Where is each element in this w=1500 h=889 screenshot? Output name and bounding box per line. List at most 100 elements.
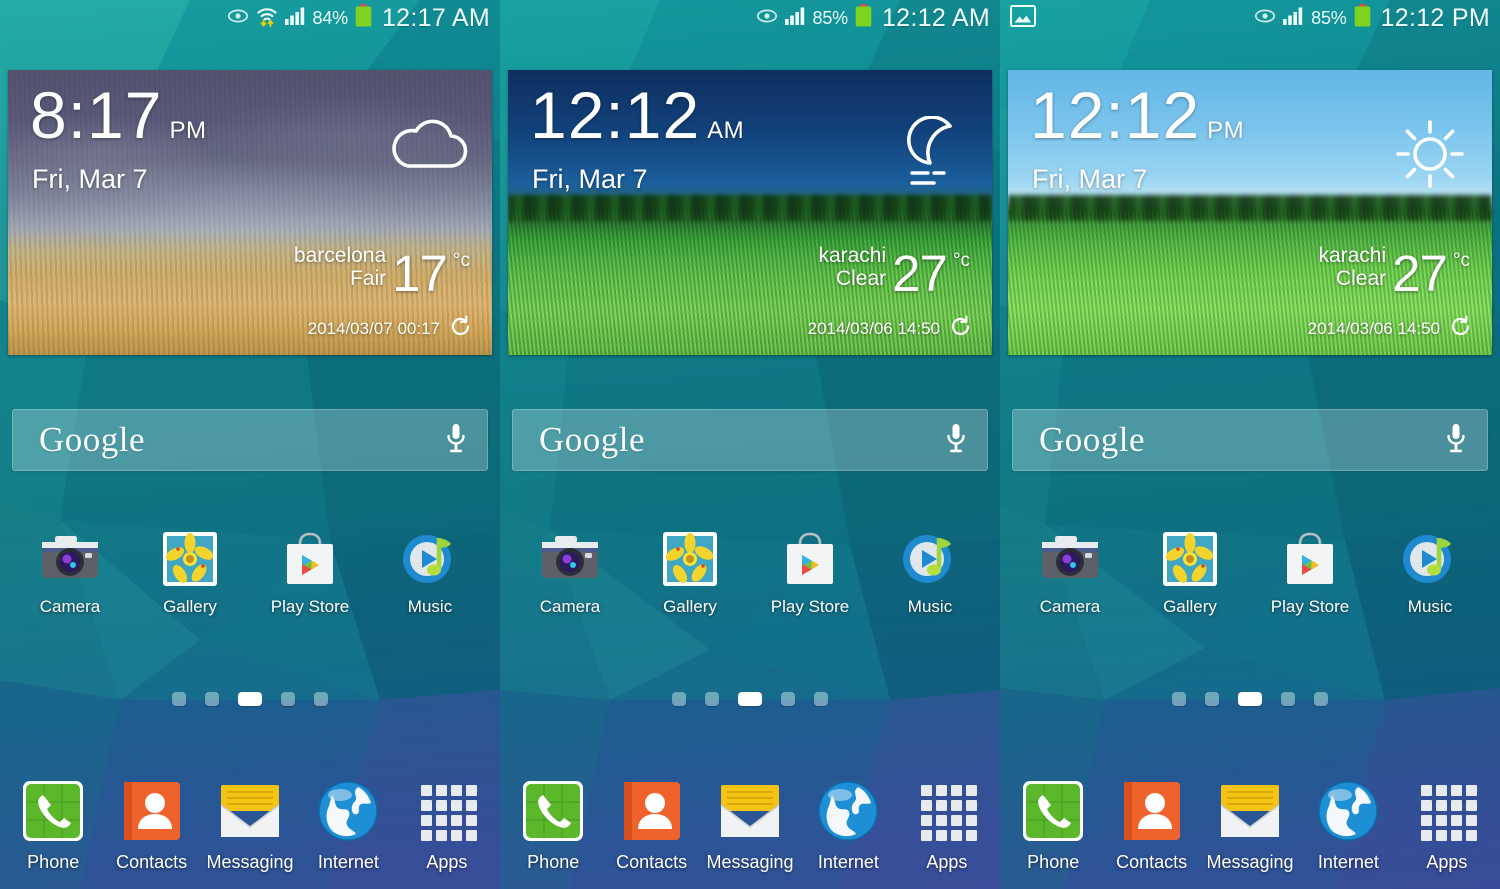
widget-weather-summary: karachi Clear 27 °c — [818, 244, 970, 299]
page-indicator[interactable] — [500, 692, 1000, 706]
dock-messaging[interactable]: Messaging — [701, 777, 799, 885]
page-dot-active[interactable] — [738, 692, 762, 706]
widget-clock-ampm: PM — [1207, 117, 1245, 144]
widget-updated-row: 2014/03/06 14:50 — [1308, 315, 1472, 343]
dock-apps[interactable]: Apps — [898, 777, 996, 885]
widget-clock-ampm: AM — [707, 117, 745, 144]
dock-messaging[interactable]: Messaging — [1201, 777, 1299, 885]
contacts-icon — [618, 777, 686, 845]
app-gallery[interactable]: Gallery — [1130, 528, 1250, 617]
weather-clock-widget[interactable]: 12:12AM Fri, Mar 7 karachi Clear 27 °c — [508, 70, 992, 355]
dock-apps[interactable]: Apps — [1398, 777, 1496, 885]
app-play-store[interactable]: Play Store — [250, 528, 370, 617]
app-camera[interactable]: Camera — [1010, 528, 1130, 617]
widget-updated-time: 2014/03/07 00:17 — [307, 319, 440, 338]
page-dot[interactable] — [781, 692, 795, 706]
widget-condition: Fair — [349, 267, 387, 291]
dock-internet[interactable]: Internet — [799, 777, 897, 885]
dock-label: Contacts — [616, 852, 688, 872]
widget-clock-time: 12:12 — [1030, 78, 1201, 152]
widget-temperature: 27 — [1392, 245, 1448, 303]
microphone-icon[interactable] — [1443, 422, 1469, 459]
google-logo: Google — [39, 420, 146, 459]
dock-internet[interactable]: Internet — [1299, 777, 1397, 885]
app-play-store[interactable]: Play Store — [1250, 528, 1370, 617]
app-play-store[interactable]: Play Store — [750, 528, 870, 617]
page-dot[interactable] — [281, 692, 295, 706]
page-indicator[interactable] — [0, 692, 500, 706]
contacts-icon — [118, 777, 186, 845]
status-bar: 85% 12:12 AM — [500, 0, 1000, 36]
page-dot[interactable] — [814, 692, 828, 706]
page-indicator[interactable] — [1000, 692, 1500, 706]
status-system-area[interactable]: 85% 12:12 AM — [756, 4, 990, 33]
dock-messaging[interactable]: Messaging — [201, 777, 299, 885]
status-clock: 12:12 PM — [1380, 3, 1490, 32]
google-search-bar[interactable]: Google — [512, 409, 988, 471]
app-camera[interactable]: Camera — [510, 528, 630, 617]
messaging-icon — [216, 777, 284, 845]
dock-apps[interactable]: Apps — [398, 777, 496, 885]
microphone-icon[interactable] — [443, 422, 469, 459]
widget-clock-time: 8:17 — [30, 78, 163, 152]
app-music[interactable]: Music — [370, 528, 490, 617]
weather-clock-widget[interactable]: 12:12 PM Fri, Mar 7 karachi Clear 27 °c … — [1008, 70, 1492, 355]
internet-icon — [1314, 777, 1382, 845]
google-search-bar[interactable]: Google — [1012, 409, 1488, 471]
dock-contacts[interactable]: Contacts — [102, 777, 200, 885]
refresh-icon[interactable] — [1449, 315, 1472, 343]
sun-icon — [1388, 116, 1472, 197]
status-notification-area[interactable] — [1010, 4, 1254, 32]
refresh-icon[interactable] — [949, 315, 972, 343]
page-dot[interactable] — [314, 692, 328, 706]
cloud-icon — [388, 116, 472, 179]
app-gallery[interactable]: Gallery — [130, 528, 250, 617]
page-dot-active[interactable] — [238, 692, 262, 706]
page-dot[interactable] — [705, 692, 719, 706]
page-dot[interactable] — [1314, 692, 1328, 706]
widget-date: Fri, Mar 7 — [1032, 164, 1148, 194]
smart-stay-eye-icon — [756, 8, 778, 29]
weather-clock-widget[interactable]: 8:17 PM Fri, Mar 7 barcelona Fair 17 °c 2… — [8, 70, 492, 355]
widget-condition: Clear — [1335, 267, 1387, 291]
microphone-icon[interactable] — [943, 422, 969, 459]
page-dot[interactable] — [1205, 692, 1219, 706]
page-dot[interactable] — [672, 692, 686, 706]
page-dot[interactable] — [172, 692, 186, 706]
app-label: Gallery — [663, 597, 717, 616]
dock-contacts[interactable]: Contacts — [602, 777, 700, 885]
dock-phone[interactable]: Phone — [1004, 777, 1102, 885]
widget-temp-unit: °c — [452, 249, 470, 271]
app-camera[interactable]: Camera — [10, 528, 130, 617]
treeline — [1008, 195, 1492, 222]
dock-internet[interactable]: Internet — [299, 777, 397, 885]
app-gallery[interactable]: Gallery — [630, 528, 750, 617]
widget-clock[interactable]: 12:12 AM — [530, 82, 744, 148]
internet-icon — [314, 777, 382, 845]
play-store-icon — [1279, 528, 1341, 590]
page-dot[interactable] — [1172, 692, 1186, 706]
home-screen-panel-1: 84% 12:17 AM 8:17 PM Fri, Mar 7 barcelon… — [0, 0, 500, 889]
app-label: Music — [407, 597, 453, 616]
widget-clock[interactable]: 8:17 PM — [30, 82, 206, 148]
dock-label: Phone — [527, 852, 580, 872]
google-search-bar[interactable]: Google — [12, 409, 488, 471]
screenshot-image-icon — [1010, 4, 1036, 32]
app-music[interactable]: Music — [870, 528, 990, 617]
smart-stay-eye-icon — [1254, 8, 1276, 29]
app-label: Play Store — [770, 597, 850, 616]
dock-phone[interactable]: Phone — [4, 777, 102, 885]
page-dot-active[interactable] — [1238, 692, 1262, 706]
app-music[interactable]: Music — [1370, 528, 1490, 617]
status-system-area[interactable]: 84% 12:17 AM — [227, 4, 490, 33]
page-dot[interactable] — [205, 692, 219, 706]
status-system-area[interactable]: 85% 12:12 PM — [1254, 4, 1490, 33]
dock-label: Internet — [817, 852, 879, 872]
widget-clock[interactable]: 12:12 PM — [1030, 82, 1244, 148]
refresh-icon[interactable] — [449, 315, 472, 343]
page-dot[interactable] — [1281, 692, 1295, 706]
dock: Phone Contacts Messaging Internet Apps — [1000, 741, 1500, 889]
app-icon-row: Camera Gallery Play Store Music — [1000, 528, 1500, 617]
dock-phone[interactable]: Phone — [504, 777, 602, 885]
dock-contacts[interactable]: Contacts — [1102, 777, 1200, 885]
